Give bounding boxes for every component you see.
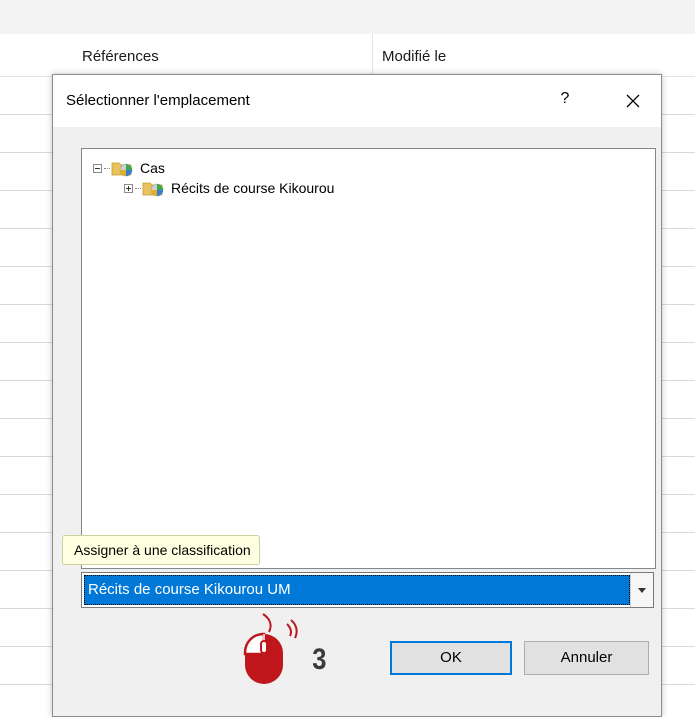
location-tree[interactable]: Cas Récits de course Kikourou bbox=[81, 148, 656, 569]
classification-combobox[interactable]: Récits de course Kikourou UM bbox=[81, 572, 654, 608]
column-separator bbox=[372, 34, 373, 76]
ok-button[interactable]: OK bbox=[390, 641, 512, 675]
tree-node-label: Cas bbox=[140, 160, 165, 176]
tree-node-label: Récits de course Kikourou bbox=[171, 180, 335, 196]
folder-classification-icon bbox=[111, 159, 135, 177]
column-header-references[interactable]: Références bbox=[82, 48, 159, 65]
dropdown-arrow-icon[interactable] bbox=[630, 573, 653, 607]
help-button[interactable]: ? bbox=[553, 87, 577, 111]
classification-tooltip: Assigner à une classification bbox=[62, 535, 260, 565]
step-number: 3 bbox=[312, 643, 327, 676]
close-button[interactable] bbox=[619, 87, 647, 115]
dialog-titlebar[interactable]: Sélectionner l'emplacement ? bbox=[53, 75, 661, 127]
folder-classification-icon bbox=[142, 179, 166, 197]
dialog-title: Sélectionner l'emplacement bbox=[66, 92, 250, 109]
tree-node-recits[interactable]: Récits de course Kikourou bbox=[124, 178, 334, 198]
background-toolbar bbox=[0, 0, 695, 34]
expand-toggle-icon[interactable] bbox=[124, 183, 133, 193]
combobox-selected-value[interactable]: Récits de course Kikourou UM bbox=[84, 575, 630, 605]
cancel-button[interactable]: Annuler bbox=[524, 641, 649, 675]
collapse-toggle-icon[interactable] bbox=[93, 163, 102, 173]
column-header-modified[interactable]: Modifié le bbox=[382, 48, 446, 65]
tree-node-cas[interactable]: Cas bbox=[93, 158, 165, 178]
help-icon: ? bbox=[560, 90, 570, 107]
select-location-dialog: Sélectionner l'emplacement ? Cas Récits … bbox=[52, 74, 662, 717]
close-icon bbox=[626, 94, 640, 108]
